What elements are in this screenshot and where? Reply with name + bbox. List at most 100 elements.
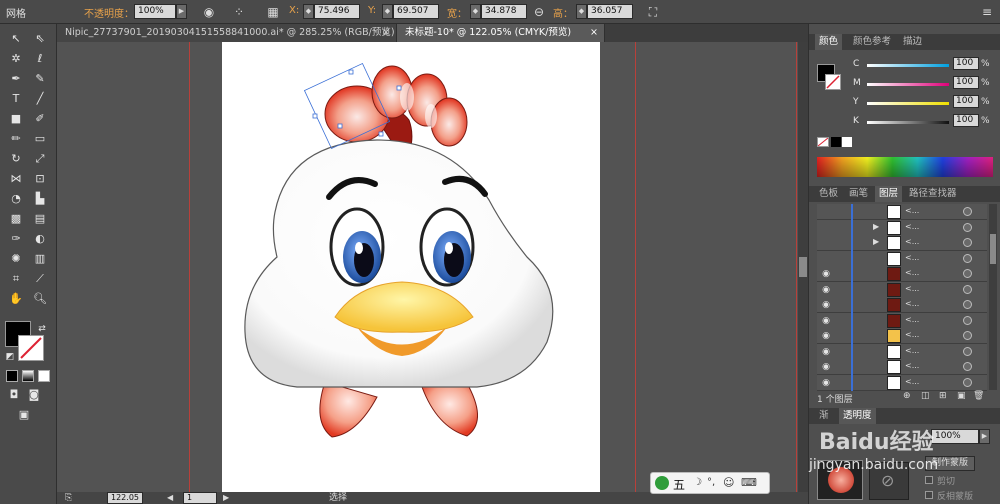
tab-untitled-10[interactable]: 未标题-10* @ 122.05% (CMYK/预览) × <box>397 24 605 42</box>
layer-row[interactable]: ◉ <... <box>817 312 987 329</box>
eye-icon[interactable]: ◉ <box>820 361 832 373</box>
x-stepper[interactable]: ◆ <box>303 4 314 19</box>
clip-checkbox[interactable] <box>925 476 933 484</box>
transparency-opacity-dropdown[interactable]: ▶ <box>979 429 990 444</box>
magic-wand-icon[interactable]: ✲ <box>6 50 26 68</box>
chicken-illustration[interactable] <box>57 42 808 492</box>
yellow-slider[interactable] <box>867 102 949 105</box>
scrollbar-thumb[interactable] <box>799 257 807 277</box>
black-field[interactable]: 100 <box>953 114 979 127</box>
shape-builder-icon[interactable]: ◔ <box>6 190 26 208</box>
target-icon[interactable] <box>963 284 972 294</box>
layer-name[interactable]: <... <box>905 206 919 215</box>
prev-artboard-icon[interactable]: ◀ <box>167 492 173 504</box>
artboard-tool-icon[interactable]: ⌗ <box>6 270 26 288</box>
layer-row[interactable]: ▶ <... <box>817 235 987 251</box>
target-icon[interactable] <box>963 346 972 356</box>
opacity-field[interactable]: 100% <box>134 4 176 19</box>
width-tool-icon[interactable]: ⋈ <box>6 170 26 188</box>
width-stepper[interactable]: ◆ <box>470 4 481 19</box>
close-icon[interactable]: × <box>382 24 390 42</box>
panel-menu-icon[interactable]: ≡ <box>978 3 996 21</box>
zoom-field[interactable]: 122.05 <box>107 492 143 504</box>
layer-name[interactable]: <... <box>905 268 919 277</box>
tab-stroke[interactable]: 描边 <box>899 34 926 50</box>
layer-name[interactable]: <... <box>905 361 919 370</box>
tab-brushes[interactable]: 画笔 <box>845 186 872 202</box>
layer-row[interactable]: ◉ <... <box>817 328 987 344</box>
free-transform-icon[interactable]: ⊡ <box>30 170 50 188</box>
slice-tool-icon[interactable]: ⟋ <box>30 270 50 288</box>
opacity-label[interactable]: 不透明度： <box>84 5 134 20</box>
target-icon[interactable] <box>963 207 972 216</box>
layer-row[interactable]: <... <box>817 250 987 267</box>
layer-name[interactable]: <... <box>905 377 919 386</box>
curvature-tool-icon[interactable]: ✎ <box>30 70 50 88</box>
eye-icon[interactable]: ◉ <box>820 299 832 311</box>
layer-row[interactable]: ◉ <... <box>817 374 987 391</box>
tab-layers[interactable]: 图层 <box>875 186 903 202</box>
ime-mode-label[interactable]: 五 <box>673 476 685 493</box>
mesh-tool-icon[interactable]: ▩ <box>6 210 26 228</box>
visibility-toggle[interactable] <box>820 253 832 265</box>
tab-swatches[interactable]: 色板 <box>815 186 842 202</box>
expand-arrow-icon[interactable]: ▶ <box>873 237 879 246</box>
paintbrush-tool-icon[interactable]: ✐ <box>30 110 50 128</box>
eye-icon[interactable]: ◉ <box>820 346 832 358</box>
scale-tool-icon[interactable]: ⤢ <box>30 150 50 168</box>
gradient-tool-icon[interactable]: ▤ <box>30 210 50 228</box>
height-stepper[interactable]: ◆ <box>576 4 587 19</box>
layer-row[interactable]: <... <box>817 204 987 220</box>
target-icon[interactable] <box>963 222 972 232</box>
recolor-icon[interactable]: ◉ <box>200 3 218 21</box>
line-tool-icon[interactable]: ╱ <box>30 90 50 108</box>
magenta-field[interactable]: 100 <box>953 76 979 89</box>
direct-selection-tool-icon[interactable]: ⇖ <box>30 30 50 48</box>
new-sublayer-icon[interactable]: ⊞ <box>939 391 947 401</box>
layer-name[interactable]: <... <box>905 299 919 308</box>
layer-row[interactable]: ◉ <... <box>817 281 987 298</box>
layer-name[interactable]: <... <box>905 222 919 231</box>
tab-color[interactable]: 颜色 <box>815 34 843 50</box>
target-icon[interactable] <box>963 331 972 340</box>
visibility-toggle[interactable] <box>820 206 832 218</box>
transform-icon[interactable]: ⛶ <box>644 3 662 21</box>
artboard-nav-icon[interactable]: ⎘ <box>65 492 72 504</box>
type-tool-icon[interactable]: T <box>6 90 26 108</box>
eye-icon[interactable]: ◉ <box>820 377 832 389</box>
eyedropper-icon[interactable]: ✑ <box>6 230 26 248</box>
layers-scrollbar[interactable] <box>989 204 997 390</box>
screen-mode-icon[interactable]: ▣ <box>14 406 34 424</box>
next-artboard-icon[interactable]: ▶ <box>223 492 229 504</box>
opacity-dropdown-button[interactable]: ▶ <box>176 4 187 19</box>
lasso-icon[interactable]: ℓ <box>30 50 50 68</box>
pencil-tool-icon[interactable]: ✏ <box>6 130 26 148</box>
target-icon[interactable] <box>963 362 972 371</box>
layer-name[interactable]: <... <box>905 284 919 293</box>
target-icon[interactable] <box>963 315 972 325</box>
link-proportions-icon[interactable]: ⊖ <box>530 3 548 21</box>
layer-row[interactable]: ◉ <... <box>817 343 987 360</box>
eye-icon[interactable]: ◉ <box>820 268 832 280</box>
target-icon[interactable] <box>963 377 972 387</box>
transparency-opacity-field[interactable]: 100% <box>931 429 979 444</box>
rectangle-tool-icon[interactable]: ■ <box>6 110 26 128</box>
layer-name[interactable]: <... <box>905 237 919 246</box>
punctuation-icon[interactable]: °, <box>707 477 715 488</box>
make-clipping-mask-icon[interactable]: ◫ <box>921 391 930 401</box>
new-layer-icon[interactable]: ▣ <box>957 391 966 401</box>
color-mode-icon[interactable] <box>6 370 18 382</box>
canvas-area[interactable] <box>57 42 808 492</box>
eye-icon[interactable]: ◉ <box>820 315 832 327</box>
height-field[interactable]: 36.057 <box>587 4 633 19</box>
layer-row[interactable]: ▶ <... <box>817 219 987 236</box>
layer-name[interactable]: <... <box>905 253 919 262</box>
gradient-mode-icon[interactable] <box>22 370 34 382</box>
rotate-tool-icon[interactable]: ↻ <box>6 150 26 168</box>
ime-toolbar[interactable]: 五 ☽ °, ☺ ⌨ <box>650 472 770 494</box>
artboard-number-field[interactable]: 1 <box>183 492 217 504</box>
draw-mode-icon[interactable]: ◘ <box>4 386 24 404</box>
transform-anchor-icon[interactable]: ⁘ <box>230 3 248 21</box>
target-icon[interactable] <box>963 238 972 247</box>
close-icon[interactable]: × <box>590 24 598 42</box>
